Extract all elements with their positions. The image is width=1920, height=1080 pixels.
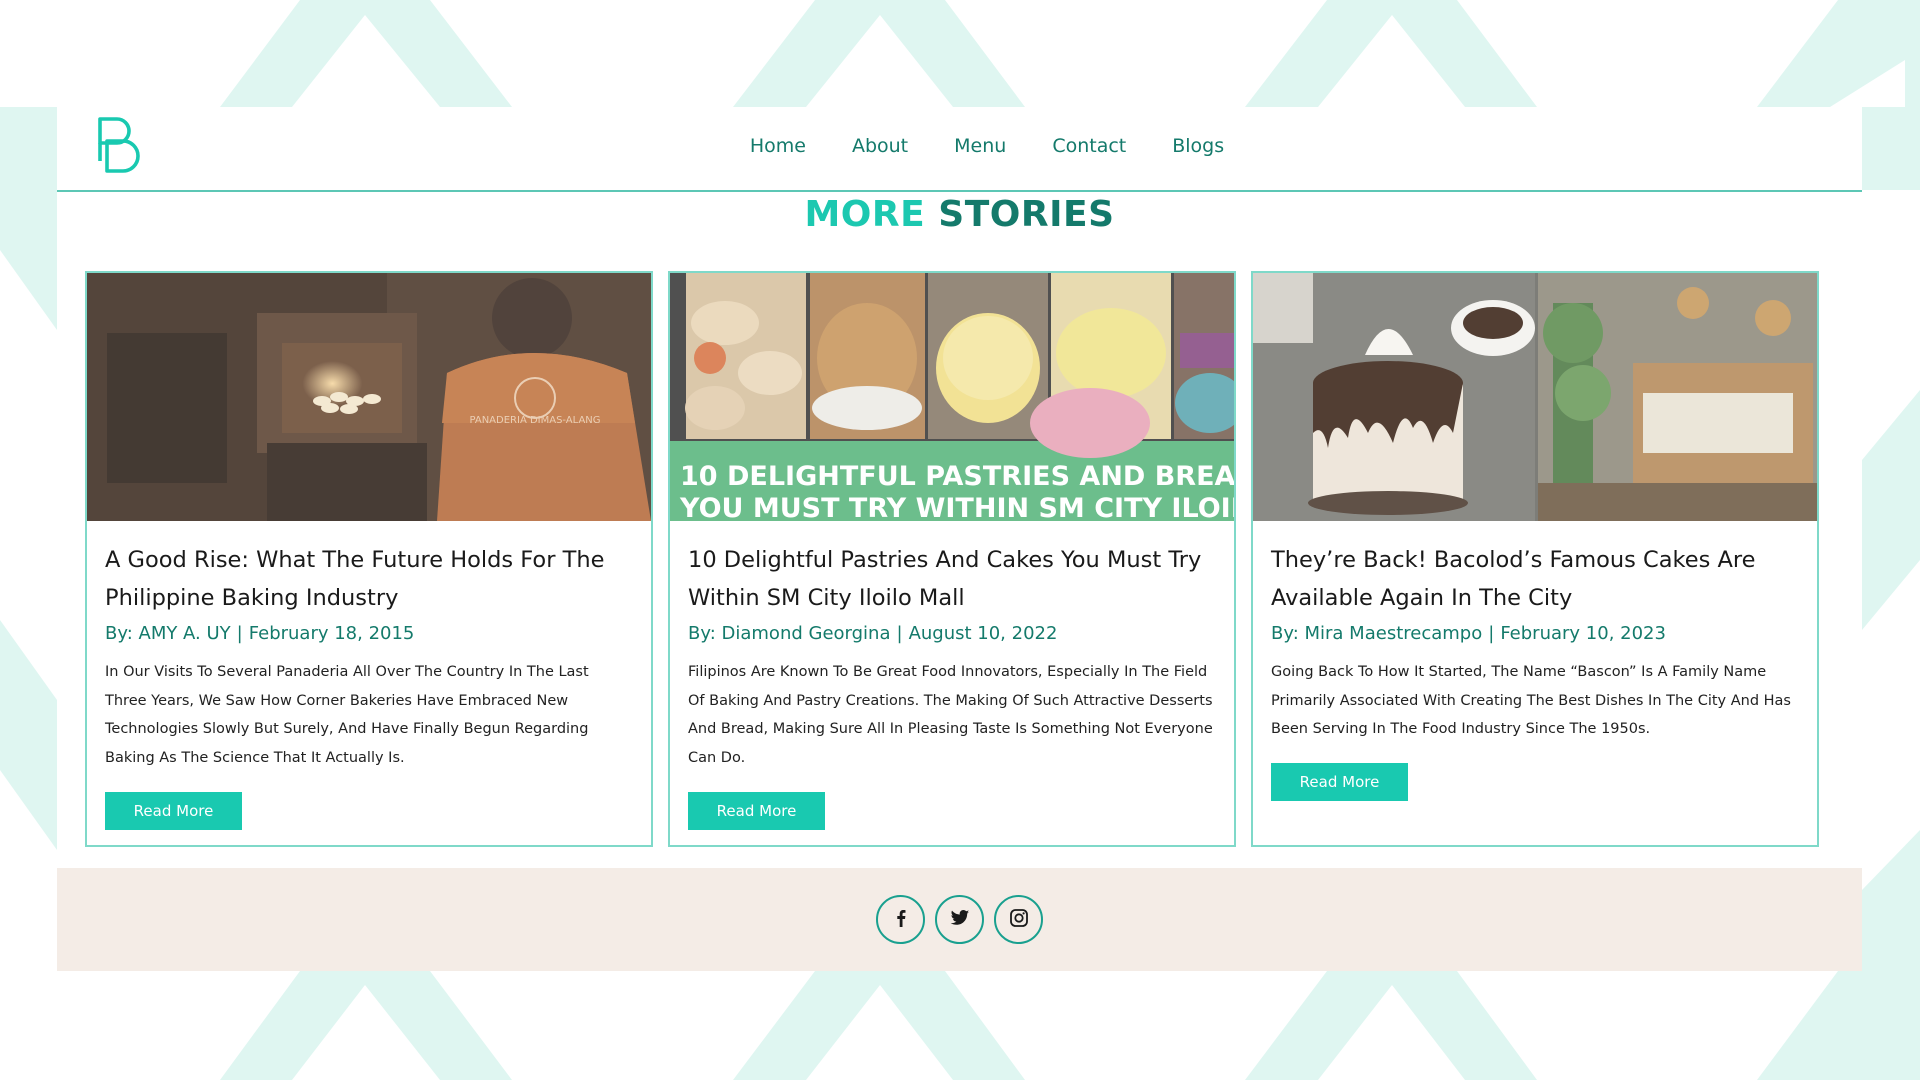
card-author: Mira Maestrecampo [1304,623,1483,644]
site-footer [57,868,1862,971]
twitter-link[interactable] [935,895,984,944]
card-author: AMY A. UY [138,623,231,644]
card-title[interactable]: 10 Delightful Pastries And Cakes You Mus… [688,541,1216,617]
card-body: They’re Back! Bacolod’s Famous Cakes Are… [1253,521,1817,744]
card-meta: By: Mira Maestrecampo | February 10, 2023 [1271,623,1799,644]
twitter-icon [950,908,970,932]
nav-blogs[interactable]: Blogs [1172,135,1224,157]
nav-menu[interactable]: Menu [954,135,1006,157]
card-image-baker[interactable]: PANADERIA DIMAS-ALANG [87,273,651,521]
section-title-part1: MORE [804,194,926,235]
site-header: Home About Menu Contact Blogs [57,107,1862,192]
card-meta: By: Diamond Georgina | August 10, 2022 [688,623,1216,644]
author-prefix: By: [1271,623,1299,644]
story-card: 10 DELIGHTFUL PASTRIES AND BREADS YOU MU… [668,271,1236,847]
nav-about[interactable]: About [852,135,908,157]
author-prefix: By: [688,623,716,644]
story-card: PANADERIA DIMAS-ALANG A Good Rise: What … [85,271,653,847]
instagram-link[interactable] [994,895,1043,944]
card-body: A Good Rise: What The Future Holds For T… [87,521,651,772]
nav-contact[interactable]: Contact [1052,135,1126,157]
card-title[interactable]: A Good Rise: What The Future Holds For T… [105,541,633,617]
card-excerpt: Going Back To How It Started, The Name “… [1271,664,1791,737]
card-meta: By: AMY A. UY | February 18, 2015 [105,623,633,644]
card-date: February 18, 2015 [248,623,415,644]
content-panel: Home About Menu Contact Blogs MORE STORI… [57,107,1862,868]
nav-home[interactable]: Home [750,135,806,157]
facebook-link[interactable] [876,895,925,944]
author-prefix: By: [105,623,133,644]
story-cards: PANADERIA DIMAS-ALANG A Good Rise: What … [85,271,1819,847]
read-more-button[interactable]: Read More [1271,763,1408,801]
card-excerpt: Filipinos Are Known To Be Great Food Inn… [688,664,1213,766]
card-excerpt: In Our Visits To Several Panaderia All O… [105,664,589,766]
facebook-icon [891,908,911,932]
read-more-button[interactable]: Read More [688,792,825,830]
card-title[interactable]: They’re Back! Bacolod’s Famous Cakes Are… [1271,541,1799,617]
section-title: MORE STORIES [57,194,1862,235]
card-date: February 10, 2023 [1500,623,1666,644]
card-author: Diamond Georgina [721,623,891,644]
story-card: They’re Back! Bacolod’s Famous Cakes Are… [1251,271,1819,847]
main-nav: Home About Menu Contact Blogs [57,135,1862,157]
section-title-part2: STORIES [938,194,1115,235]
meta-separator: | [896,623,903,644]
meta-separator: | [1488,623,1495,644]
instagram-icon [1009,908,1029,932]
card-body: 10 Delightful Pastries And Cakes You Mus… [670,521,1234,772]
card-image-pastries[interactable]: 10 DELIGHTFUL PASTRIES AND BREADS YOU MU… [670,273,1234,521]
page-container: Home About Menu Contact Blogs MORE STORI… [57,107,1862,971]
card-date: August 10, 2022 [908,623,1058,644]
card-image-cakes[interactable] [1253,273,1817,521]
read-more-button[interactable]: Read More [105,792,242,830]
meta-separator: | [236,623,243,644]
